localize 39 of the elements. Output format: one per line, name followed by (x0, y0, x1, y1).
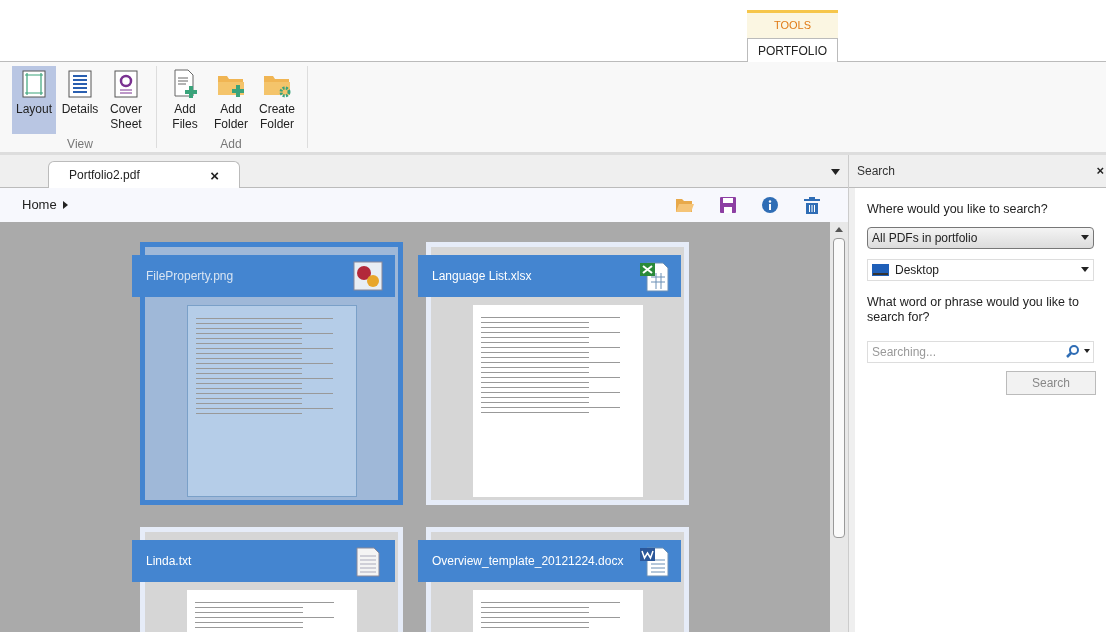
save-icon[interactable] (720, 197, 736, 213)
scope-dropdown[interactable]: All PDFs in portfolio (867, 226, 1094, 249)
spreadsheet-icon (639, 260, 669, 292)
document-tab[interactable]: Portfolio2.pdf × (48, 161, 240, 188)
file-name: FileProperty.png (146, 268, 234, 285)
breadcrumb-home[interactable]: Home (22, 195, 68, 215)
group-label: Add (220, 136, 242, 153)
close-panel-button[interactable]: × (1096, 161, 1104, 181)
close-tab-button[interactable]: × (210, 167, 219, 183)
document-icon (639, 545, 669, 577)
dropdown-arrow-icon[interactable] (831, 169, 840, 175)
file-name: Overview_template_20121224.docx (432, 553, 624, 570)
field-label: What word or phrase would you like to search for? (867, 294, 1080, 325)
panel-title: Search (857, 163, 896, 180)
file-name: Linda.txt (146, 553, 192, 570)
text-file-icon (353, 545, 383, 577)
picture-icon (353, 260, 383, 292)
ribbon-button[interactable]: Cover Sheet (104, 66, 148, 134)
scroll-thumb[interactable] (833, 238, 845, 538)
caret-right-icon (62, 201, 68, 209)
ribbon-button[interactable]: Add Files (163, 66, 207, 134)
delete-icon[interactable] (804, 196, 820, 214)
ribbon-button[interactable]: Add Folder (209, 66, 253, 134)
group-label: View (67, 136, 93, 153)
field-label: Where would you like to search? (867, 201, 1049, 218)
ribbon-button[interactable]: Layout (12, 66, 56, 134)
ribbon-button[interactable]: Create Folder (255, 66, 299, 134)
location-dropdown[interactable]: Desktop (867, 258, 1094, 281)
ribbon-button[interactable]: Details (58, 66, 102, 134)
caret-down-icon[interactable] (1084, 349, 1090, 354)
caret-down-icon (1081, 235, 1089, 241)
file-name: Language List.xlsx (432, 268, 532, 285)
ribbon-tab[interactable]: PORTFOLIO (747, 38, 838, 62)
search-field[interactable]: Searching... (867, 340, 1094, 363)
monitor-icon (872, 263, 889, 276)
info-icon[interactable] (762, 197, 778, 213)
caret-down-icon (1081, 267, 1089, 273)
scroll-up-arrow-icon[interactable] (835, 226, 843, 232)
search-icon[interactable] (1066, 344, 1079, 358)
